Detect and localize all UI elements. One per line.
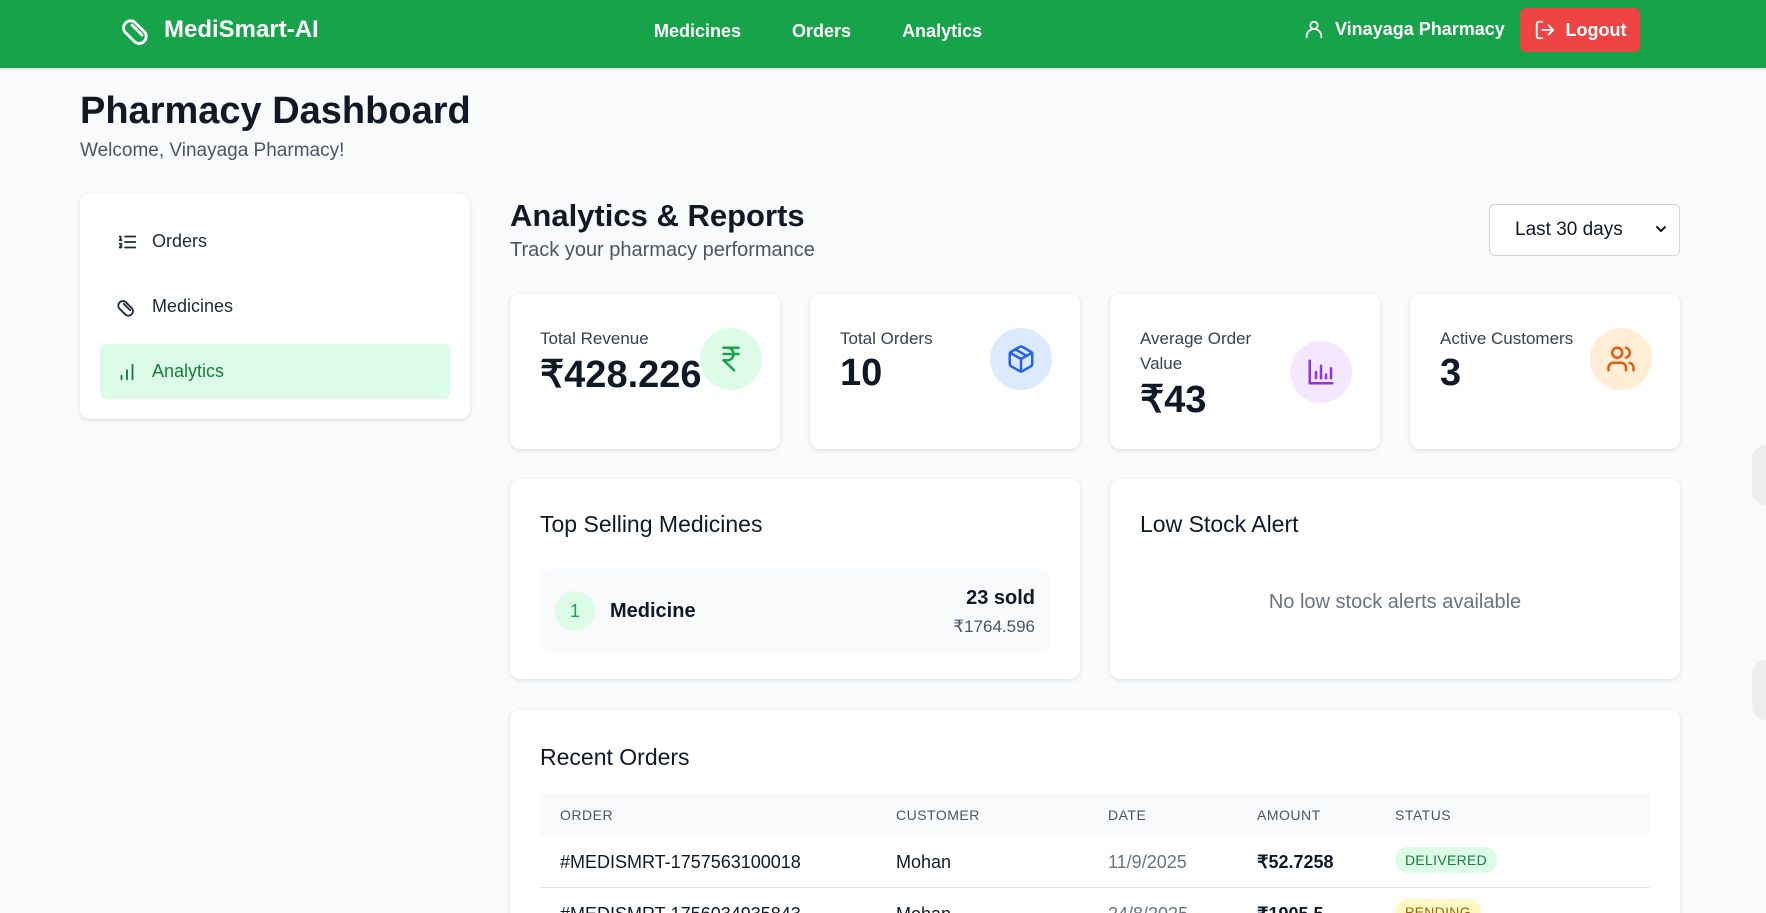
scroll-edge-shadow <box>1752 445 1766 505</box>
brand-name: MediSmart-AI <box>164 16 319 43</box>
recent-orders-panel: Recent Orders ORDER CUSTOMER DATE AMOUNT… <box>510 710 1680 913</box>
customer-name: Mohan <box>896 852 952 872</box>
stat-card-total-revenue: Total Revenue ₹428.226 <box>510 294 780 449</box>
page-title: Pharmacy Dashboard <box>80 90 471 132</box>
page-subtitle: Welcome, Vinayaga Pharmacy! <box>80 140 345 161</box>
logout-label: Logout <box>1565 19 1627 40</box>
chevron-down-icon <box>1656 226 1666 232</box>
analytics-title: Analytics & Reports <box>510 198 805 233</box>
stat-label: Average Order Value <box>1140 329 1252 373</box>
order-amount: ₹52.7258 <box>1257 852 1334 872</box>
stat-card-total-orders: Total Orders 10 <box>810 294 1080 449</box>
nav-link-analytics[interactable]: Analytics <box>902 21 982 42</box>
stat-value: ₹43 <box>1140 379 1207 421</box>
user-profile[interactable]: Vinayaga Pharmacy <box>1303 18 1505 40</box>
pill-icon <box>122 19 148 45</box>
status-badge: PENDING <box>1395 899 1481 913</box>
package-icon <box>990 328 1052 390</box>
column-header-customer: CUSTOMER <box>896 807 980 823</box>
stat-card-active-customers: Active Customers 3 <box>1410 294 1680 449</box>
column-header-amount: AMOUNT <box>1257 807 1321 823</box>
sidebar-item-medicines[interactable]: Medicines <box>100 279 450 334</box>
sidebar-item-label: Analytics <box>152 361 225 381</box>
list-item: 1 Medicine 23 sold ₹1764.596 <box>540 569 1050 653</box>
top-navbar: MediSmart-AI Medicines Orders Analytics … <box>0 0 1766 68</box>
main-nav: Medicines Orders Analytics <box>654 0 1033 62</box>
units-sold: 23 sold <box>966 587 1035 609</box>
stat-label: Active Customers <box>1440 329 1574 348</box>
panel-title: Low Stock Alert <box>1140 511 1299 537</box>
user-icon <box>1305 20 1323 39</box>
users-icon <box>1590 328 1652 390</box>
pill-icon <box>117 299 134 317</box>
sidebar-item-label: Orders <box>152 231 208 251</box>
user-name: Vinayaga Pharmacy <box>1335 18 1505 39</box>
order-date: 11/9/2025 <box>1108 852 1187 872</box>
order-id: #MEDISMRT-1757563100018 <box>560 852 801 872</box>
stat-label: Total Revenue <box>540 329 649 348</box>
customer-name: Mohan <box>896 904 951 913</box>
panel-title: Top Selling Medicines <box>540 511 763 537</box>
nav-link-medicines[interactable]: Medicines <box>654 21 741 42</box>
rank-badge: 1 <box>555 591 595 631</box>
sidebar: Orders Medicines Analytics <box>80 194 470 419</box>
table-row[interactable]: #MEDISMRT-1756034935843 Mohan 24/8/2025 … <box>540 888 1650 913</box>
status-badge: DELIVERED <box>1395 847 1498 873</box>
order-id: #MEDISMRT-1756034935843 <box>560 904 801 913</box>
scroll-edge-shadow <box>1752 660 1766 720</box>
stat-card-average-order-value: Average Order Value ₹43 <box>1110 294 1380 449</box>
sidebar-item-analytics[interactable]: Analytics <box>100 344 450 399</box>
list-ordered-icon <box>118 235 137 248</box>
column-header-order: ORDER <box>560 807 614 823</box>
analytics-subtitle: Track your pharmacy performance <box>510 239 815 261</box>
empty-state-message: No low stock alerts available <box>1268 591 1522 613</box>
order-date: 24/8/2025 <box>1108 904 1188 913</box>
medicine-name: Medicine <box>610 600 696 622</box>
sidebar-item-orders[interactable]: Orders <box>100 214 450 269</box>
brand-logo-link[interactable]: MediSmart-AI <box>120 12 319 48</box>
stat-value: 10 <box>840 352 883 394</box>
logout-icon <box>1535 20 1554 40</box>
medicine-revenue: ₹1764.596 <box>953 617 1035 636</box>
low-stock-panel: Low Stock Alert No low stock alerts avai… <box>1110 479 1680 679</box>
table-row[interactable]: #MEDISMRT-1757563100018 Mohan 11/9/2025 … <box>540 836 1650 888</box>
column-header-status: STATUS <box>1395 807 1452 823</box>
bar-chart-icon <box>120 363 134 380</box>
logout-button[interactable]: Logout <box>1520 8 1640 52</box>
date-range-value: Last 30 days <box>1515 219 1623 240</box>
bar-chart-icon <box>1290 341 1352 403</box>
top-selling-panel: Top Selling Medicines 1 Medicine 23 sold… <box>510 479 1080 679</box>
stat-label: Total Orders <box>840 329 933 348</box>
rupee-icon <box>700 328 762 390</box>
panel-title: Recent Orders <box>540 744 690 770</box>
column-header-date: DATE <box>1108 807 1147 823</box>
table-header: ORDER CUSTOMER DATE AMOUNT STATUS <box>540 794 1650 836</box>
sidebar-item-label: Medicines <box>152 296 234 316</box>
nav-link-orders[interactable]: Orders <box>792 21 851 42</box>
order-amount: ₹1905.5 <box>1257 904 1324 913</box>
stat-value: ₹428.226 <box>540 354 702 396</box>
stat-value: 3 <box>1440 352 1462 394</box>
date-range-select[interactable]: Last 30 days <box>1489 204 1680 256</box>
